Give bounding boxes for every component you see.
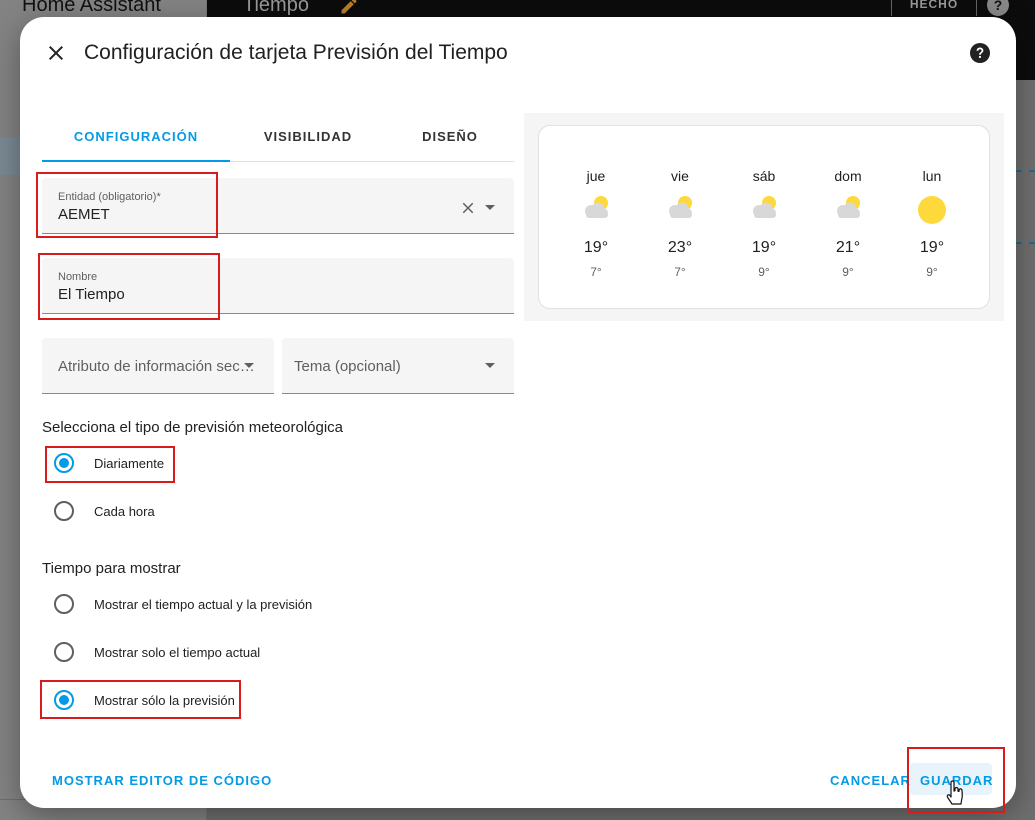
theme-placeholder: Tema (opcional) xyxy=(294,358,401,375)
radio-current-and-forecast-control[interactable] xyxy=(54,594,74,614)
radio-daily-control[interactable] xyxy=(54,453,74,473)
card-preview: jue 19° 7° vie 23° 7° sáb 19° 9° dom 21° xyxy=(524,113,1004,321)
forecast-low-temp: 9° xyxy=(758,265,770,279)
sunny-icon xyxy=(918,196,946,224)
background-dashed-line xyxy=(1016,170,1035,172)
radio-forecast-only-control[interactable] xyxy=(54,690,74,710)
partly-cloudy-icon xyxy=(837,196,860,218)
theme-select[interactable]: Tema (opcional) xyxy=(282,338,514,394)
tab-layout[interactable]: DISEÑO xyxy=(386,113,514,161)
app-title: Home Assistant xyxy=(22,0,161,16)
entity-field[interactable]: Entidad (obligatorio)* AEMET xyxy=(42,178,514,234)
tab-configuration[interactable]: CONFIGURACIÓN xyxy=(42,113,230,162)
partly-cloudy-icon xyxy=(753,196,776,218)
name-field[interactable]: Nombre El Tiempo xyxy=(42,258,514,314)
secondary-attribute-select[interactable]: Atributo de información secundaria xyxy=(42,338,274,394)
entity-field-value: AEMET xyxy=(58,206,110,223)
forecast-type-label: Selecciona el tipo de previsión meteorol… xyxy=(42,419,344,436)
show-code-editor-button[interactable]: MOSTRAR EDITOR DE CÓDIGO xyxy=(52,773,272,788)
clear-icon[interactable] xyxy=(459,199,477,217)
done-button: HECHO xyxy=(891,0,977,16)
config-tabs: CONFIGURACIÓN VISIBILIDAD DISEÑO xyxy=(42,113,514,162)
forecast-low-temp: 9° xyxy=(926,265,938,279)
help-icon[interactable] xyxy=(968,41,992,65)
pencil-icon xyxy=(341,0,357,14)
partly-cloudy-icon xyxy=(585,196,608,218)
radio-daily-label: Diariamente xyxy=(94,455,165,471)
forecast-day: jue xyxy=(586,168,606,184)
secondary-attribute-dropdown-arrow-icon[interactable] xyxy=(244,363,254,368)
card-config-dialog: Configuración de tarjeta Previsión del T… xyxy=(20,17,1016,808)
name-field-value: El Tiempo xyxy=(58,286,125,303)
forecast-high-temp: 19° xyxy=(919,239,945,256)
dashboard-view-title: Tiempo xyxy=(243,0,309,16)
tab-visibility[interactable]: VISIBILIDAD xyxy=(230,113,386,161)
forecast-high-temp: 23° xyxy=(667,239,693,256)
entity-dropdown-arrow-icon[interactable] xyxy=(485,205,495,210)
radio-current-and-forecast[interactable]: Mostrar el tiempo actual y la previsión xyxy=(54,592,312,616)
partly-cloudy-icon xyxy=(669,196,692,218)
forecast-low-temp: 7° xyxy=(674,265,686,279)
weather-forecast-card: jue 19° 7° vie 23° 7° sáb 19° 9° dom 21° xyxy=(538,125,990,309)
forecast-high-temp: 21° xyxy=(835,239,861,256)
radio-hourly[interactable]: Cada hora xyxy=(54,499,155,523)
forecast-high-temp: 19° xyxy=(751,239,777,256)
radio-current-only-control[interactable] xyxy=(54,642,74,662)
radio-daily[interactable]: Diariamente xyxy=(54,451,164,475)
forecast-day: lun xyxy=(922,168,942,184)
dialog-title: Configuración de tarjeta Previsión del T… xyxy=(84,41,508,64)
entity-field-label: Entidad (obligatorio)* xyxy=(58,191,161,203)
radio-current-only-label: Mostrar solo el tiempo actual xyxy=(94,644,261,660)
forecast-low-temp: 9° xyxy=(842,265,854,279)
forecast-day: dom xyxy=(834,168,862,184)
radio-hourly-label: Cada hora xyxy=(94,503,155,519)
cancel-button[interactable]: CANCELAR xyxy=(830,773,911,788)
name-field-label: Nombre xyxy=(58,271,98,283)
background-dashed-line xyxy=(1016,242,1035,244)
theme-dropdown-arrow-icon[interactable] xyxy=(485,363,495,368)
radio-forecast-only[interactable]: Mostrar sólo la previsión xyxy=(54,688,235,712)
forecast-high-temp: 19° xyxy=(583,239,609,256)
radio-hourly-control[interactable] xyxy=(54,501,74,521)
header-help-icon: ? xyxy=(987,0,1009,16)
forecast-day: vie xyxy=(671,168,689,184)
radio-current-only[interactable]: Mostrar solo el tiempo actual xyxy=(54,640,260,664)
forecast-low-temp: 7° xyxy=(590,265,602,279)
display-type-label: Tiempo para mostrar xyxy=(42,560,181,577)
sidebar-selected-item xyxy=(0,137,22,175)
close-icon[interactable] xyxy=(44,41,68,65)
hand-pointer-cursor-icon xyxy=(946,780,963,805)
radio-current-and-forecast-label: Mostrar el tiempo actual y la previsión xyxy=(94,596,313,612)
forecast-day: sáb xyxy=(752,168,776,184)
secondary-attribute-placeholder: Atributo de información secundaria xyxy=(58,358,256,375)
radio-forecast-only-label: Mostrar sólo la previsión xyxy=(94,692,235,708)
